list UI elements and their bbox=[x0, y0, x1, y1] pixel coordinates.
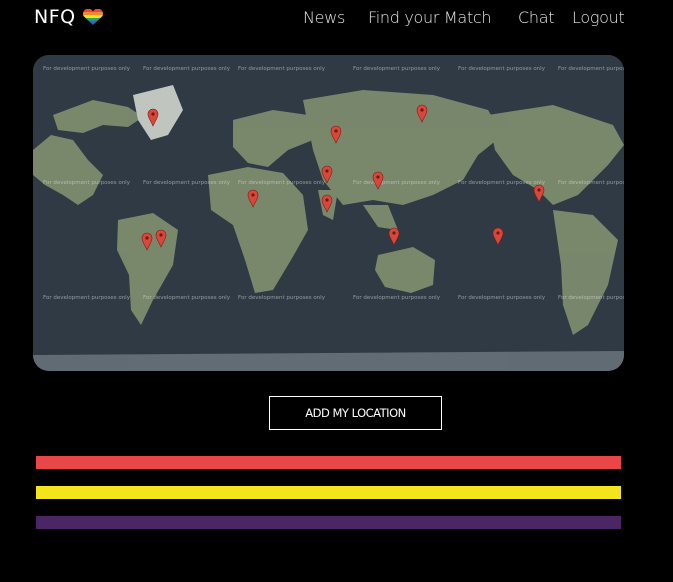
map-watermark: For development purposes only bbox=[558, 180, 624, 186]
map-watermark: For development purposes only bbox=[43, 66, 131, 72]
stripe-red bbox=[36, 456, 621, 469]
add-my-location-button[interactable]: ADD MY LOCATION bbox=[269, 396, 442, 430]
map-watermark: For development purposes only bbox=[353, 180, 441, 186]
map-watermark: For development purposes only bbox=[458, 66, 546, 72]
stripe-yellow bbox=[36, 486, 621, 499]
map-watermark: For development purposes only bbox=[353, 295, 441, 301]
map-watermark: For development purposes only bbox=[238, 180, 326, 186]
map-watermark: For development purposes only bbox=[143, 66, 231, 72]
top-nav: NFQ News Find your Match Chat Logout bbox=[0, 0, 673, 38]
nav-logout-link[interactable]: Logout bbox=[572, 8, 625, 27]
map-watermark: For development purposes only bbox=[558, 66, 624, 72]
nav-news-link[interactable]: News bbox=[303, 8, 345, 27]
brand-logo[interactable]: NFQ bbox=[34, 6, 104, 28]
map-watermark: For development purposes only bbox=[43, 295, 131, 301]
map-watermark: For development purposes only bbox=[458, 295, 546, 301]
stripe-purple bbox=[36, 516, 621, 529]
nav-find-match-link[interactable]: Find your Match bbox=[368, 8, 492, 27]
map-watermark: For development purposes only bbox=[43, 180, 131, 186]
map-watermark: For development purposes only bbox=[353, 66, 441, 72]
map-watermark: For development purposes only bbox=[143, 180, 231, 186]
map-watermark: For development purposes only bbox=[238, 295, 326, 301]
brand-name: NFQ bbox=[34, 6, 76, 28]
world-map[interactable]: For development purposes only For develo… bbox=[33, 55, 624, 371]
map-watermark: For development purposes only bbox=[238, 66, 326, 72]
nav-chat-link[interactable]: Chat bbox=[518, 8, 555, 27]
map-watermark: For development purposes only bbox=[143, 295, 231, 301]
world-map-canvas: For development purposes only For develo… bbox=[33, 55, 624, 371]
map-watermark: For development purposes only bbox=[458, 180, 546, 186]
rainbow-heart-icon bbox=[82, 9, 103, 25]
map-watermark: For development purposes only bbox=[558, 295, 624, 301]
